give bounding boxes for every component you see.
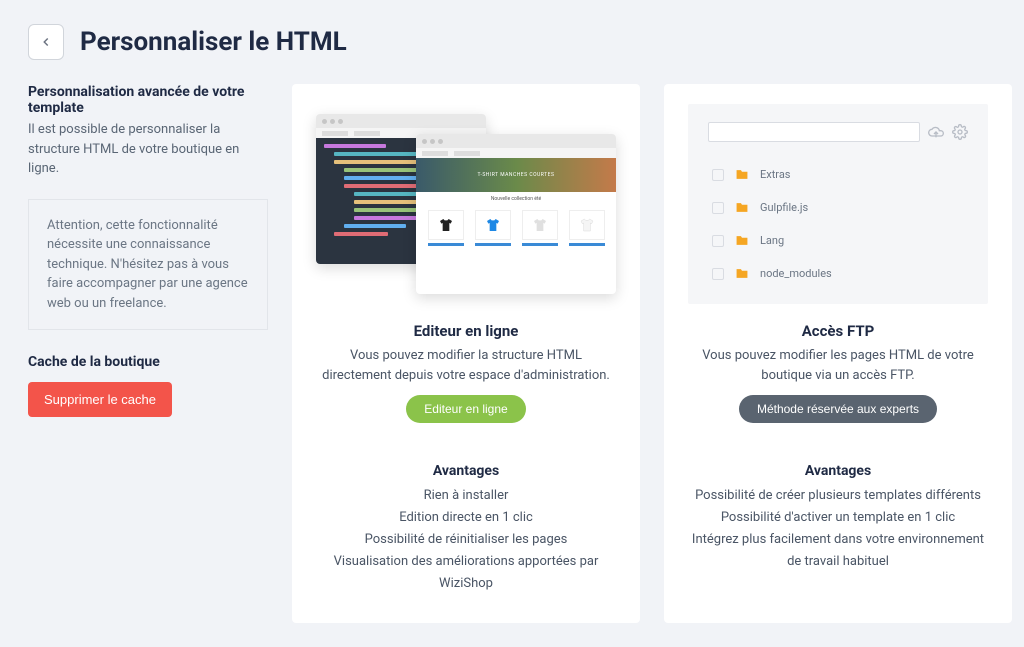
ftp-description: Vous pouvez modifier les pages HTML de v… [688, 346, 988, 385]
checkbox-icon [712, 169, 724, 181]
editor-illustration: T-SHIRT MANCHES COURTES Nouvelle collect… [316, 104, 616, 304]
ftp-file-row: Lang [708, 224, 968, 257]
advantage-item: Intégrez plus facilement dans votre envi… [688, 529, 988, 573]
shop-banner-text: Nouvelle collection été [416, 192, 616, 206]
checkbox-icon [712, 235, 724, 247]
advantage-item: Edition directe en 1 clic [316, 507, 616, 529]
page-title: Personnaliser le HTML [80, 27, 347, 57]
ftp-path-input [708, 122, 920, 142]
advantage-item: Possibilité de réinitialiser les pages [316, 529, 616, 551]
notice-box: Attention, cette fonctionnalité nécessit… [28, 199, 268, 331]
notice-text: Attention, cette fonctionnalité nécessit… [47, 216, 249, 314]
ftp-file-name: Extras [760, 168, 790, 181]
gear-icon [952, 124, 968, 140]
editor-advantages-list: Rien à installer Edition directe en 1 cl… [316, 485, 616, 595]
editor-title: Editeur en ligne [316, 322, 616, 340]
folder-icon [734, 234, 750, 247]
checkbox-icon [712, 268, 724, 280]
ftp-card: Extras Gulpfile.js Lang [664, 84, 1012, 623]
ftp-expert-button[interactable]: Méthode réservée aux experts [739, 395, 937, 423]
shop-hero-text: T-SHIRT MANCHES COURTES [478, 172, 555, 178]
upload-cloud-icon [928, 124, 944, 140]
advantage-item: Rien à installer [316, 485, 616, 507]
intro-heading: Personnalisation avancée de votre templa… [28, 84, 268, 116]
advantage-item: Possibilité de créer plusieurs templates… [688, 485, 988, 507]
ftp-file-name: Gulpfile.js [760, 201, 808, 214]
chevron-left-icon [39, 35, 53, 49]
ftp-file-row: Gulpfile.js [708, 191, 968, 224]
ftp-file-name: Lang [760, 234, 784, 247]
checkbox-icon [712, 202, 724, 214]
ftp-advantages-list: Possibilité de créer plusieurs templates… [688, 485, 988, 573]
ftp-file-row: Extras [708, 158, 968, 191]
shop-preview-window: T-SHIRT MANCHES COURTES Nouvelle collect… [416, 134, 616, 294]
back-button[interactable] [28, 24, 64, 60]
cache-heading: Cache de la boutique [28, 354, 268, 370]
sidebar: Personnalisation avancée de votre templa… [28, 84, 268, 623]
intro-text: Il est possible de personnaliser la stru… [28, 120, 268, 179]
editor-card: T-SHIRT MANCHES COURTES Nouvelle collect… [292, 84, 640, 623]
ftp-file-name: node_modules [760, 267, 832, 280]
open-editor-button[interactable]: Editeur en ligne [406, 395, 525, 423]
folder-icon [734, 168, 750, 181]
ftp-advantages-title: Avantages [688, 463, 988, 479]
ftp-file-row: node_modules [708, 257, 968, 290]
advantage-item: Visualisation des améliorations apportée… [316, 551, 616, 595]
clear-cache-button[interactable]: Supprimer le cache [28, 382, 172, 417]
folder-icon [734, 267, 750, 280]
editor-advantages-title: Avantages [316, 463, 616, 479]
editor-description: Vous pouvez modifier la structure HTML d… [316, 346, 616, 385]
advantage-item: Possibilité d'activer un template en 1 c… [688, 507, 988, 529]
ftp-illustration: Extras Gulpfile.js Lang [688, 104, 988, 304]
ftp-title: Accès FTP [688, 322, 988, 340]
folder-icon [734, 201, 750, 214]
